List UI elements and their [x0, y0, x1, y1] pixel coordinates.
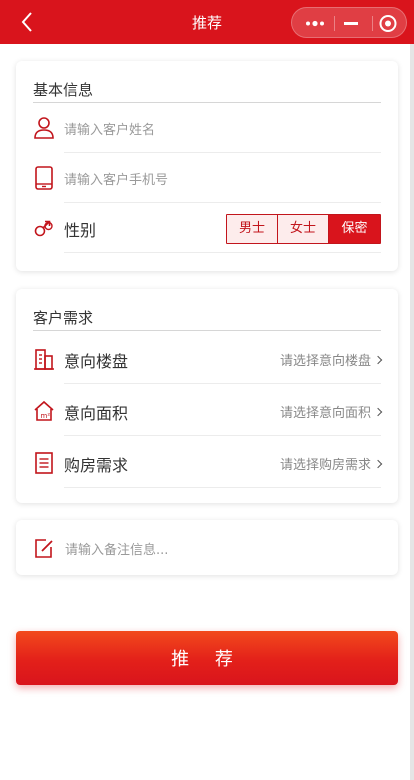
list-icon [33, 451, 55, 475]
svg-text:m²: m² [41, 412, 51, 420]
gender-selector: 男士 女士 保密 [226, 214, 381, 244]
user-icon [33, 116, 55, 140]
mini-program-capsule [291, 7, 407, 38]
more-icon[interactable] [296, 8, 334, 39]
name-field-row[interactable]: 请输入客户姓名 [33, 103, 381, 153]
edit-icon [33, 536, 55, 560]
demand-item-label: 意向面积 [64, 404, 129, 423]
demand-item-label: 意向楼盘 [64, 352, 129, 371]
divider [64, 252, 381, 253]
house-area-icon: m² [33, 399, 55, 423]
building-icon [33, 347, 55, 371]
demand-item-label: 购房需求 [64, 456, 129, 475]
gender-option-female[interactable]: 女士 [278, 215, 329, 243]
basic-info-title: 基本信息 [33, 81, 94, 99]
basic-info-card: 基本信息 请输入客户姓名 请输入客户手机号 性别 男士 女士 保密 [16, 61, 398, 271]
divider [33, 330, 381, 331]
gender-row: 性别 男士 女士 保密 [33, 203, 381, 253]
chevron-right-icon [373, 459, 383, 469]
demand-card: 客户需求 意向楼盘 请选择意向楼盘 m² 意向面积 请选择意向面积 购房需求 请… [16, 289, 398, 503]
demand-item-purpose[interactable]: 购房需求 请选择购房需求 [33, 436, 383, 488]
phone-field-row[interactable]: 请输入客户手机号 [33, 153, 381, 203]
phone-input[interactable]: 请输入客户手机号 [64, 169, 168, 188]
phone-icon [33, 166, 55, 190]
close-target-icon[interactable] [369, 8, 407, 39]
gender-option-private[interactable]: 保密 [329, 215, 380, 243]
demand-item-value[interactable]: 请选择意向面积 [280, 402, 383, 421]
demand-item-value[interactable]: 请选择意向楼盘 [280, 350, 383, 369]
demand-item-area[interactable]: m² 意向面积 请选择意向面积 [33, 384, 383, 436]
nav-bar: 推荐 [0, 0, 414, 44]
demand-item-value[interactable]: 请选择购房需求 [280, 454, 383, 473]
demand-item-building[interactable]: 意向楼盘 请选择意向楼盘 [33, 332, 383, 384]
gender-icon [33, 216, 55, 240]
divider [64, 487, 381, 488]
recommend-submit-button[interactable]: 推 荐 [16, 631, 398, 685]
name-input[interactable]: 请输入客户姓名 [64, 119, 155, 138]
gender-label: 性别 [64, 221, 97, 240]
demand-title: 客户需求 [33, 309, 94, 327]
remark-card[interactable]: 请输入备注信息... [16, 520, 398, 575]
gender-option-male[interactable]: 男士 [227, 215, 278, 243]
chevron-right-icon [373, 355, 383, 365]
minimize-icon[interactable] [332, 8, 370, 39]
chevron-right-icon [373, 407, 383, 417]
remark-input[interactable]: 请输入备注信息... [65, 539, 168, 558]
scrollbar[interactable] [410, 44, 414, 780]
